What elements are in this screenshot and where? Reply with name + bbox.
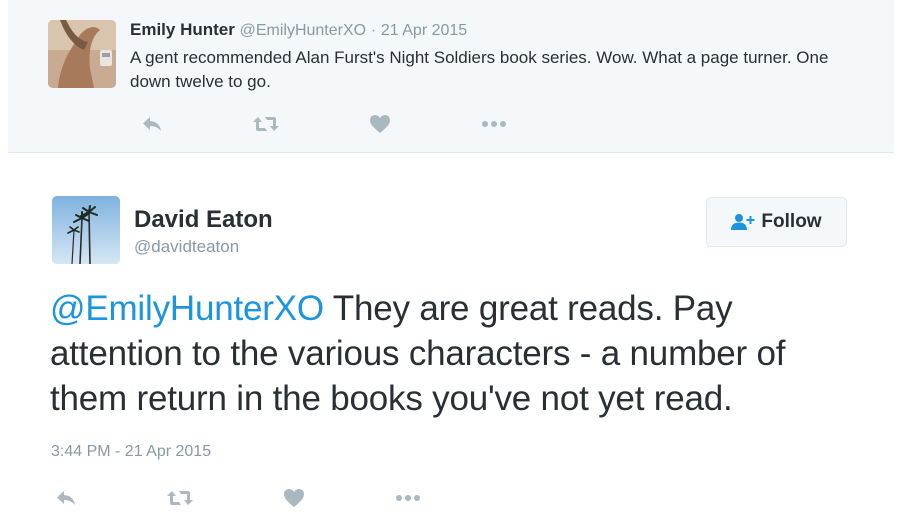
parent-tweet-text: A gent recommended Alan Furst's Night So… — [130, 48, 829, 91]
parent-tweet-actions — [130, 110, 530, 138]
main-author-handle[interactable]: @davidteaton — [134, 237, 239, 257]
add-user-icon — [731, 214, 755, 230]
more-icon — [482, 121, 506, 127]
header-separator: · — [370, 22, 377, 39]
follow-button[interactable]: Follow — [706, 197, 847, 247]
reply-icon — [143, 117, 161, 131]
more-icon — [396, 495, 420, 501]
parent-tweet-date[interactable]: 21 Apr 2015 — [381, 22, 467, 39]
main-author-name[interactable]: David Eaton — [134, 206, 273, 234]
main-tweet-text: @EmilyHunterXO They are great reads. Pay… — [50, 286, 870, 421]
parent-reply-button[interactable] — [138, 110, 166, 138]
reply-icon — [57, 491, 75, 505]
parent-tweet-header: Emily Hunter @EmilyHunterXO · 21 Apr 201… — [130, 20, 467, 40]
like-icon — [370, 115, 390, 133]
like-icon — [284, 489, 304, 507]
main-more-button[interactable] — [394, 484, 422, 512]
emily-hunter-avatar[interactable] — [48, 20, 116, 88]
main-tweet-actions — [50, 484, 470, 512]
retweet-icon — [167, 491, 193, 505]
main-retweet-button[interactable] — [166, 484, 194, 512]
main-like-button[interactable] — [280, 484, 308, 512]
parent-retweet-button[interactable] — [252, 110, 280, 138]
retweet-icon — [253, 117, 279, 131]
parent-like-button[interactable] — [366, 110, 394, 138]
mention-link[interactable]: @EmilyHunterXO — [50, 289, 324, 328]
follow-button-label: Follow — [761, 211, 822, 232]
main-tweet-timestamp[interactable]: 3:44 PM - 21 Apr 2015 — [51, 443, 211, 461]
parent-author-name[interactable]: Emily Hunter — [130, 20, 235, 39]
david-eaton-avatar[interactable] — [52, 196, 120, 264]
parent-author-handle[interactable]: @EmilyHunterXO — [240, 22, 367, 39]
parent-tweet[interactable]: Emily Hunter @EmilyHunterXO · 21 Apr 201… — [8, 0, 894, 153]
parent-more-button[interactable] — [480, 110, 508, 138]
main-reply-button[interactable] — [52, 484, 80, 512]
